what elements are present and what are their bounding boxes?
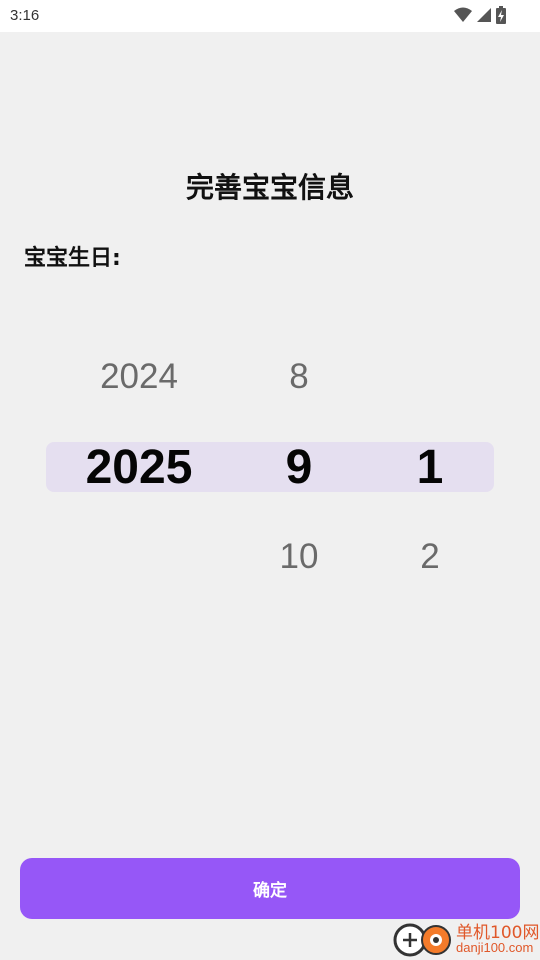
watermark: 单机100网 danji100.com [388,916,540,960]
page-title: 完善宝宝信息 [185,171,354,204]
status-bar: 3:16 [0,0,540,32]
screen: 3:16 完善宝宝信息 宝宝生日: 2024 2025 8 9 10 1 2 确… [0,0,540,960]
status-icons [454,6,506,24]
watermark-text-en: danji100.com [456,940,534,955]
birthday-label: 宝宝生日: [24,246,121,271]
signal-icon [477,8,491,22]
day-next[interactable]: 2 [390,537,470,577]
month-next[interactable]: 10 [259,537,339,577]
battery-icon [496,6,506,24]
day-selected[interactable]: 1 [390,440,470,495]
month-prev[interactable]: 8 [259,357,339,397]
year-selected[interactable]: 2025 [69,440,209,495]
month-selected[interactable]: 9 [259,440,339,495]
confirm-button[interactable]: 确定 [20,858,520,919]
status-time: 3:16 [10,7,40,24]
wifi-icon [454,7,472,22]
watermark-logo-icon [393,923,451,957]
confirm-button-label: 确定 [253,881,287,900]
year-prev[interactable]: 2024 [79,357,199,397]
